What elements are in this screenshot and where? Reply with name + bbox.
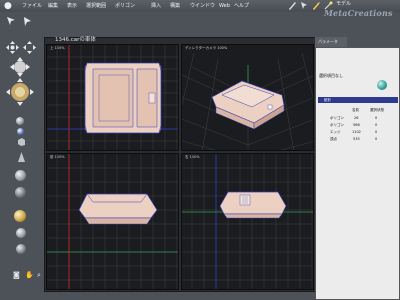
pen-tool-icon[interactable] [287, 0, 297, 11]
camera-icon[interactable]: ◙ [13, 271, 20, 279]
menu-file[interactable]: ファイル [22, 0, 42, 12]
stats-header-name: 名前 [352, 108, 359, 112]
viewport-top[interactable]: 上 100% [46, 44, 179, 151]
trackball-icon[interactable] [10, 57, 30, 77]
cube-primitive-icon[interactable] [17, 137, 26, 146]
brand-logo: MetaCreations [324, 8, 393, 18]
menu-window[interactable]: ウインドウ [190, 0, 215, 12]
front-view-model [47, 154, 178, 289]
sphere-primitive-icon[interactable] [16, 117, 24, 125]
menu-edit[interactable]: 編集 [48, 0, 58, 12]
move-tool-icon[interactable] [6, 41, 19, 54]
camera-view-model [182, 52, 313, 150]
menu-help[interactable]: ヘルプ [234, 0, 249, 12]
brush-tool-icon[interactable] [311, 0, 321, 11]
torus-primitive-icon[interactable] [15, 170, 26, 181]
pointer-tool-icon[interactable] [21, 15, 33, 27]
select-arrow-icon[interactable] [299, 0, 309, 11]
shape-ball-icon[interactable] [16, 228, 26, 238]
text-object-icon[interactable] [16, 244, 26, 254]
selection-status-text: 選択項目なし [319, 73, 343, 78]
hand-icon[interactable]: ✋ [25, 271, 34, 279]
stats-row-total: 26 [354, 116, 359, 120]
stats-row-total: 1102 [352, 130, 361, 134]
stats-row-total: 535 [353, 137, 360, 141]
zoom-icon[interactable]: ⌕ [37, 271, 41, 279]
stats-row-selected: 0 [375, 116, 378, 120]
light-sphere-icon[interactable] [17, 128, 24, 135]
mode-label: モデル [336, 1, 352, 7]
menu-build[interactable]: 構築 [170, 0, 180, 12]
stats-row-selected: 0 [375, 123, 378, 127]
resize-tool-icon[interactable] [23, 41, 36, 54]
stats-row-label: 頂点 [330, 137, 337, 141]
object-properties-panel [315, 47, 400, 300]
menu-insert[interactable]: 挿入 [151, 0, 161, 12]
material-ball-icon[interactable] [14, 210, 26, 222]
menu-selection[interactable]: 選択範囲 [86, 0, 106, 12]
viewport-front[interactable]: 前 100% [46, 153, 179, 290]
cone-primitive-icon[interactable] [17, 152, 26, 163]
document-title: 1346.carの車体 [55, 37, 96, 43]
orbit-control-icon[interactable] [6, 78, 34, 106]
menu-view[interactable]: 表示 [67, 0, 77, 12]
menu-web[interactable]: Web [219, 0, 230, 12]
right-view-model [182, 154, 313, 289]
panel-tab[interactable]: パラメータ [315, 37, 347, 47]
stats-row-label: ポリゴン [330, 123, 344, 127]
apple-icon[interactable]: ● [4, 0, 16, 12]
viewport-right[interactable]: 右 100% [181, 153, 314, 290]
arrow-left-tool-icon[interactable] [5, 15, 17, 27]
stats-row-label: エッジ [330, 130, 341, 134]
stats-row-selected: 0 [375, 137, 378, 141]
stats-row-selected: 0 [375, 130, 378, 134]
stats-row-label: ポリゴン [330, 116, 344, 120]
stats-header-selected: 選択状態 [370, 108, 384, 112]
viewport-camera[interactable]: ディレクターカメラ 100% [181, 44, 314, 151]
stats-row-total: 566 [353, 123, 360, 127]
cylinder-primitive-icon[interactable] [15, 187, 26, 198]
stats-section-header[interactable]: 統計 [318, 97, 398, 103]
top-view-model [47, 45, 178, 150]
object-preview-icon [377, 80, 387, 90]
menu-polygon[interactable]: ポリゴン [115, 0, 135, 12]
